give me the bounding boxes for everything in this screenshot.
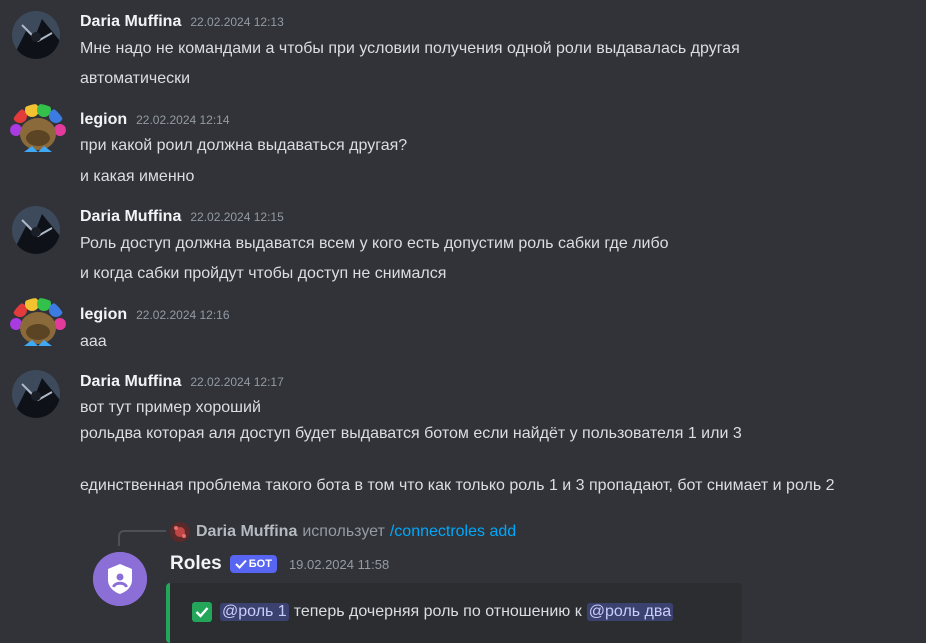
username[interactable]: Daria Muffina bbox=[80, 13, 181, 31]
message-timestamp: 22.02.2024 12:13 bbox=[190, 15, 284, 29]
message-timestamp: 22.02.2024 12:17 bbox=[190, 375, 284, 389]
message-text: ааа bbox=[80, 333, 107, 350]
bot-badge-label: БОТ bbox=[248, 558, 272, 570]
command-reply-reference[interactable]: Daria Muffina использует /connectroles a… bbox=[170, 522, 516, 542]
user-avatar[interactable] bbox=[12, 11, 60, 59]
user-avatar[interactable] bbox=[10, 298, 66, 354]
slash-command-link[interactable]: /connectroles add bbox=[390, 523, 516, 541]
bot-avatar[interactable] bbox=[93, 552, 147, 606]
bot-embed: @роль 1 теперь дочерняя роль по отношени… bbox=[166, 583, 742, 643]
role-mention[interactable]: @роль 1 bbox=[220, 603, 289, 621]
message-text: автоматически bbox=[80, 70, 191, 87]
message-text: единственная проблема такого бота в том … bbox=[80, 477, 835, 494]
message-timestamp: 22.02.2024 12:16 bbox=[136, 308, 230, 322]
message-timestamp: 22.02.2024 12:15 bbox=[190, 210, 284, 224]
user-avatar[interactable] bbox=[12, 206, 60, 254]
username[interactable]: legion bbox=[80, 306, 127, 324]
checkmark-icon bbox=[192, 602, 212, 622]
message-text: и какая именно bbox=[80, 168, 195, 185]
user-avatar[interactable] bbox=[10, 104, 66, 160]
message-text: Роль доступ должна выдаватся всем у кого… bbox=[80, 235, 669, 252]
embed-description: @роль 1 теперь дочерняя роль по отношени… bbox=[192, 602, 674, 622]
message-text: при какой роил должна выдаваться другая? bbox=[80, 137, 408, 154]
reply-avatar bbox=[170, 522, 190, 542]
username[interactable]: Daria Muffina bbox=[80, 208, 181, 226]
reply-username[interactable]: Daria Muffina bbox=[196, 523, 297, 541]
message-text: рольдва которая аля доступ будет выдават… bbox=[80, 425, 742, 442]
user-avatar[interactable] bbox=[12, 370, 60, 418]
message-text: Мне надо не командами а чтобы при услови… bbox=[80, 40, 740, 57]
username[interactable]: legion bbox=[80, 111, 127, 129]
embed-text: теперь дочерняя роль по отношению к bbox=[293, 603, 582, 620]
message-text: вот тут пример хороший bbox=[80, 399, 261, 416]
message-timestamp: 19.02.2024 11:58 bbox=[288, 556, 390, 572]
role-mention[interactable]: @роль два bbox=[586, 603, 674, 621]
check-icon bbox=[235, 559, 247, 569]
message-timestamp: 22.02.2024 12:14 bbox=[136, 113, 230, 127]
reply-uses-text: использует bbox=[302, 523, 385, 540]
bot-badge: БОТ bbox=[229, 555, 277, 573]
message-text: и когда сабки пройдут чтобы доступ не сн… bbox=[80, 265, 447, 282]
bot-username[interactable]: Roles bbox=[170, 553, 222, 575]
bot-message-header: Roles БОТ 19.02.2024 11:58 bbox=[170, 553, 389, 575]
username[interactable]: Daria Muffina bbox=[80, 373, 181, 391]
reply-connector bbox=[118, 530, 166, 546]
